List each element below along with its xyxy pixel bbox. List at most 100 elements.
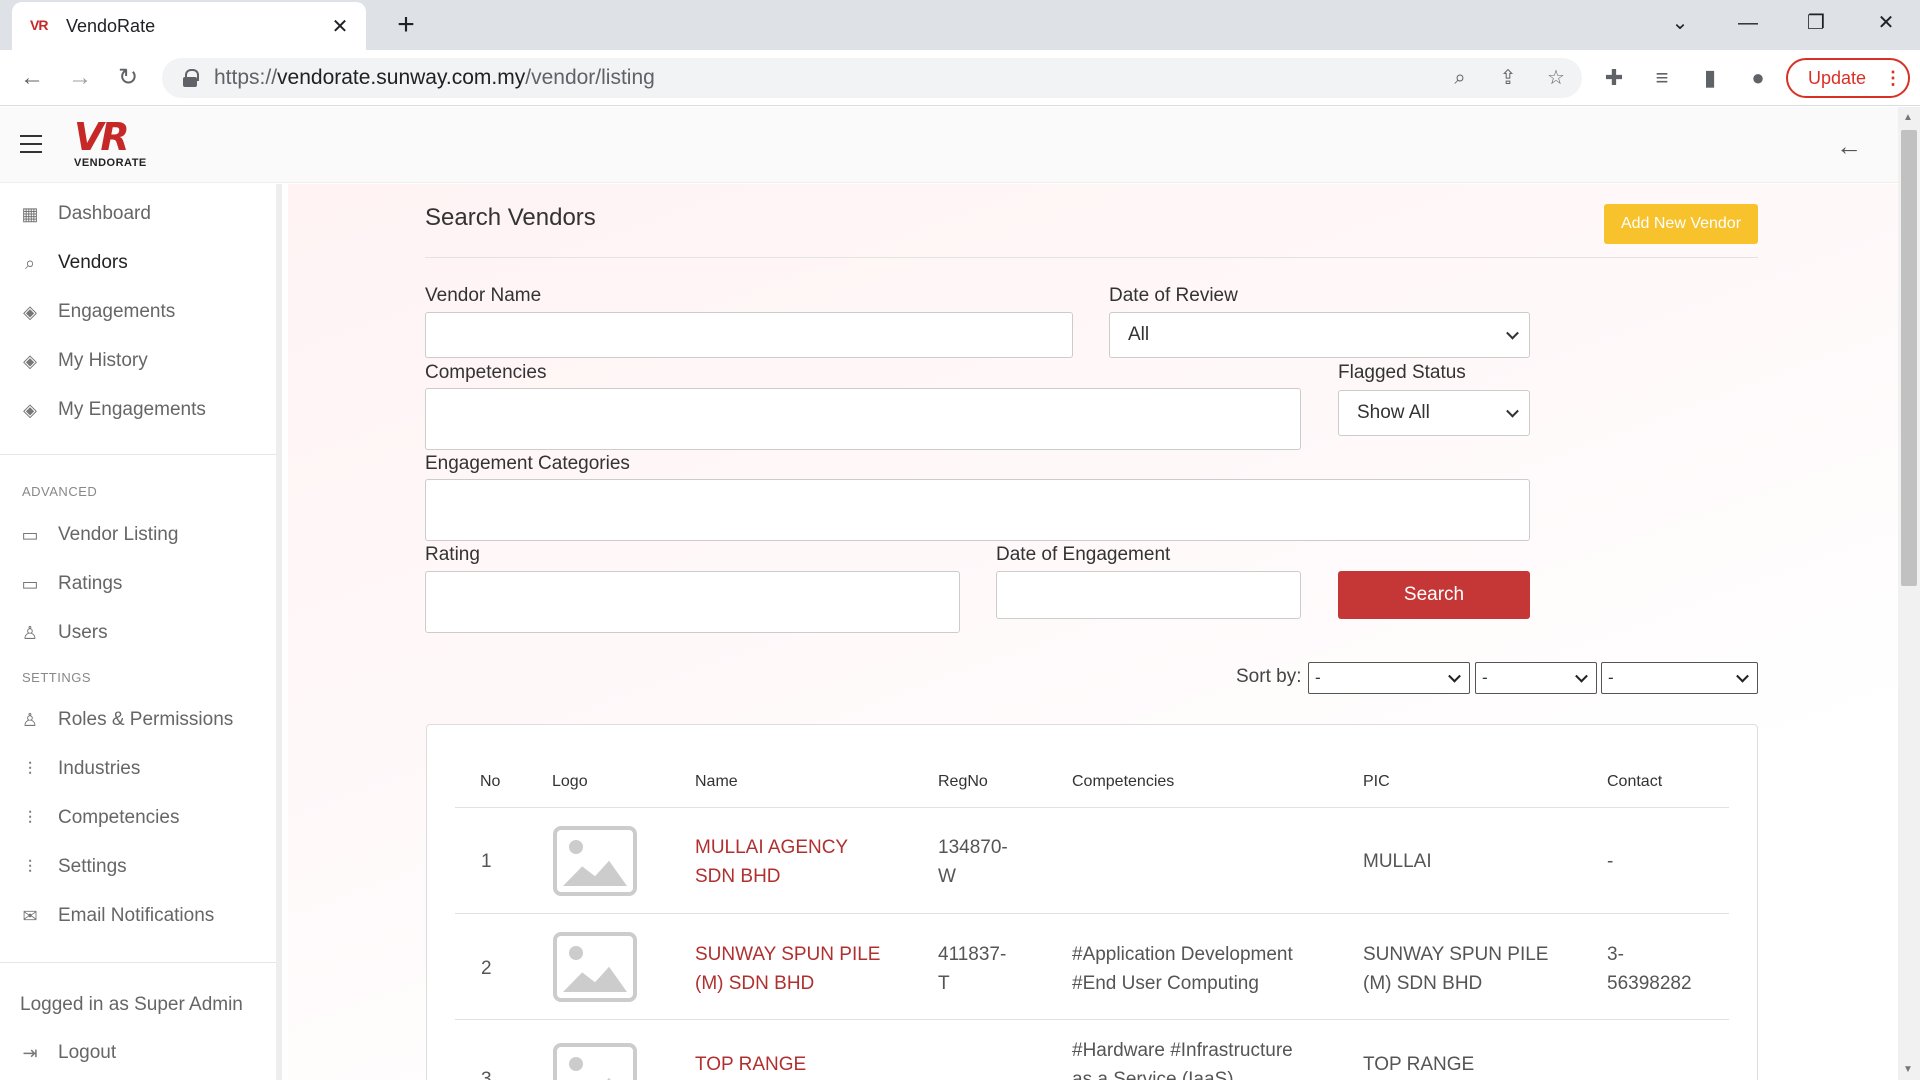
extensions-icon[interactable]: ✚	[1598, 62, 1630, 94]
page-title: Search Vendors	[425, 204, 596, 231]
sidebar-item-ratings[interactable]: ▭ Ratings	[18, 569, 122, 599]
bookmark-star-icon[interactable]: ☆	[1540, 62, 1572, 94]
update-button[interactable]: Update ⋮	[1786, 58, 1910, 98]
lock-icon	[182, 69, 199, 87]
vendorate-logo[interactable]: VR VENDORATE	[74, 117, 158, 173]
sidebar-item-email-notifications[interactable]: ✉ Email Notifications	[18, 901, 214, 931]
url-text: https://vendorate.sunway.com.my/vendor/l…	[214, 66, 655, 89]
address-bar[interactable]: https://vendorate.sunway.com.my/vendor/l…	[162, 58, 1582, 98]
user-check-icon: ♙	[21, 710, 39, 730]
sliders-icon: ⫶	[27, 857, 33, 877]
sidebar-item-roles-permissions[interactable]: ♙ Roles & Permissions	[18, 705, 233, 735]
vendor-name-link[interactable]: TOP RANGE	[695, 1050, 806, 1079]
mail-icon: ✉	[22, 906, 38, 926]
sidebar-section-settings: SETTINGS	[22, 670, 92, 685]
column-header-name: Name	[695, 773, 738, 790]
date-of-review-label: Date of Review	[1109, 285, 1238, 306]
grid-icon: ▦	[21, 204, 39, 224]
sidebar-item-dashboard[interactable]: ▦ Dashboard	[18, 199, 150, 229]
cell-pic: SUNWAY SPUN PILE (M) SDN BHD	[1363, 944, 1549, 994]
sidebar-item-vendors[interactable]: ⌕ Vendors	[18, 248, 128, 278]
engagement-categories-input[interactable]	[425, 479, 1530, 541]
cell-no: 2	[481, 958, 492, 979]
back-icon[interactable]: ←	[14, 60, 50, 96]
vendor-table-card: No Logo Name RegNo Competencies PIC Cont…	[426, 724, 1758, 1080]
sidebar-divider	[0, 962, 276, 963]
sidebar-item-settings[interactable]: ⫶ Settings	[18, 852, 127, 882]
sidebar-item-logout[interactable]: ⇥ Logout	[18, 1038, 116, 1068]
cell-competencies: #Hardware #Infrastructure as a Service (I…	[1072, 1040, 1293, 1080]
layers-icon: ◈	[23, 400, 37, 420]
close-tab-icon[interactable]: ✕	[328, 14, 352, 39]
rating-input[interactable]	[425, 571, 960, 633]
sidebar-item-vendor-listing[interactable]: ▭ Vendor Listing	[18, 520, 178, 550]
scrollbar-thumb[interactable]	[1901, 130, 1917, 586]
hamburger-menu-icon[interactable]	[20, 135, 42, 153]
tab-search-chevron-icon[interactable]: ⌄	[1660, 8, 1700, 38]
sidebar-section-advanced: ADVANCED	[22, 484, 98, 499]
date-of-engagement-input[interactable]	[996, 571, 1301, 619]
search-button[interactable]: Search	[1338, 571, 1530, 619]
collapse-arrow-icon[interactable]: ←	[1836, 131, 1862, 162]
vendorate-favicon-icon: VR	[30, 17, 48, 33]
sort-select-1[interactable]: -	[1308, 662, 1470, 694]
profile-avatar-icon[interactable]: ●	[1742, 62, 1774, 94]
search-icon: ⌕	[24, 253, 36, 273]
browser-tab-strip: VR VendoRate ✕ + ⌄ — ❐ ✕	[0, 0, 1920, 50]
title-divider	[425, 257, 1758, 258]
chevron-down-icon	[1506, 326, 1519, 340]
chevron-down-icon	[1575, 669, 1588, 683]
sort-select-2[interactable]: -	[1475, 662, 1597, 694]
vendor-name-label: Vendor Name	[425, 285, 542, 306]
minimize-icon[interactable]: —	[1728, 8, 1768, 38]
sidebar-item-competencies[interactable]: ⫶ Competencies	[18, 803, 180, 833]
competencies-label: Competencies	[425, 362, 547, 383]
image-placeholder-icon	[553, 932, 637, 1002]
column-header-competencies: Competencies	[1072, 773, 1175, 790]
vendor-name-input[interactable]	[425, 312, 1073, 358]
reload-icon[interactable]: ↻	[110, 60, 146, 96]
more-menu-icon[interactable]: ⋮	[1884, 68, 1902, 89]
main-content: Search Vendors Add New Vendor Vendor Nam…	[288, 184, 1898, 1080]
close-window-icon[interactable]: ✕	[1866, 8, 1906, 38]
reading-list-icon[interactable]: ≡	[1646, 62, 1678, 94]
share-icon[interactable]: ⇪	[1492, 62, 1524, 94]
vendor-name-link[interactable]: SUNWAY SPUN PILE (M) SDN BHD	[695, 940, 880, 998]
logout-icon: ⇥	[22, 1043, 38, 1063]
cell-regno: 411837- T	[938, 944, 1007, 994]
vendor-name-link[interactable]: MULLAI AGENCY SDN BHD	[695, 833, 848, 891]
column-header-pic: PIC	[1363, 773, 1390, 790]
new-tab-icon[interactable]: +	[390, 8, 422, 42]
message-square-icon: ▭	[21, 525, 39, 545]
cell-contact: 3- 56398282	[1607, 944, 1692, 994]
scroll-up-icon[interactable]: ▲	[1903, 112, 1913, 123]
sidebar-divider	[0, 454, 276, 455]
add-new-vendor-button[interactable]: Add New Vendor	[1604, 204, 1758, 244]
column-header-contact: Contact	[1607, 773, 1663, 790]
row-divider	[455, 913, 1729, 914]
user-icon: ♙	[21, 623, 39, 643]
cell-regno: 134870- W	[938, 837, 1008, 887]
side-panel-icon[interactable]: ▮	[1694, 62, 1726, 94]
image-placeholder-icon	[553, 826, 637, 896]
cell-pic: MULLAI	[1363, 851, 1432, 872]
zoom-icon[interactable]: ⌕	[1444, 62, 1476, 94]
layers-icon: ◈	[23, 351, 37, 371]
sidebar-item-my-history[interactable]: ◈ My History	[18, 346, 148, 376]
sort-select-3[interactable]: -	[1601, 662, 1758, 694]
flagged-status-select[interactable]: Show All	[1338, 390, 1530, 436]
sidebar-item-my-engagements[interactable]: ◈ My Engagements	[18, 395, 206, 425]
chevron-down-icon	[1736, 669, 1749, 683]
date-of-engagement-label: Date of Engagement	[996, 544, 1171, 565]
app-header: VR VENDORATE ←	[0, 107, 1898, 183]
scroll-down-icon[interactable]: ▼	[1903, 1064, 1913, 1075]
date-of-review-select[interactable]: All	[1109, 312, 1530, 358]
sliders-icon: ⫶	[27, 759, 33, 779]
competencies-input[interactable]	[425, 388, 1301, 450]
forward-icon[interactable]: →	[62, 60, 98, 96]
restore-icon[interactable]: ❐	[1796, 8, 1836, 38]
browser-tab[interactable]: VR VendoRate ✕	[12, 2, 366, 50]
sidebar-item-industries[interactable]: ⫶ Industries	[18, 754, 141, 784]
sidebar-item-engagements[interactable]: ◈ Engagements	[18, 297, 175, 327]
sidebar-item-users[interactable]: ♙ Users	[18, 618, 108, 648]
